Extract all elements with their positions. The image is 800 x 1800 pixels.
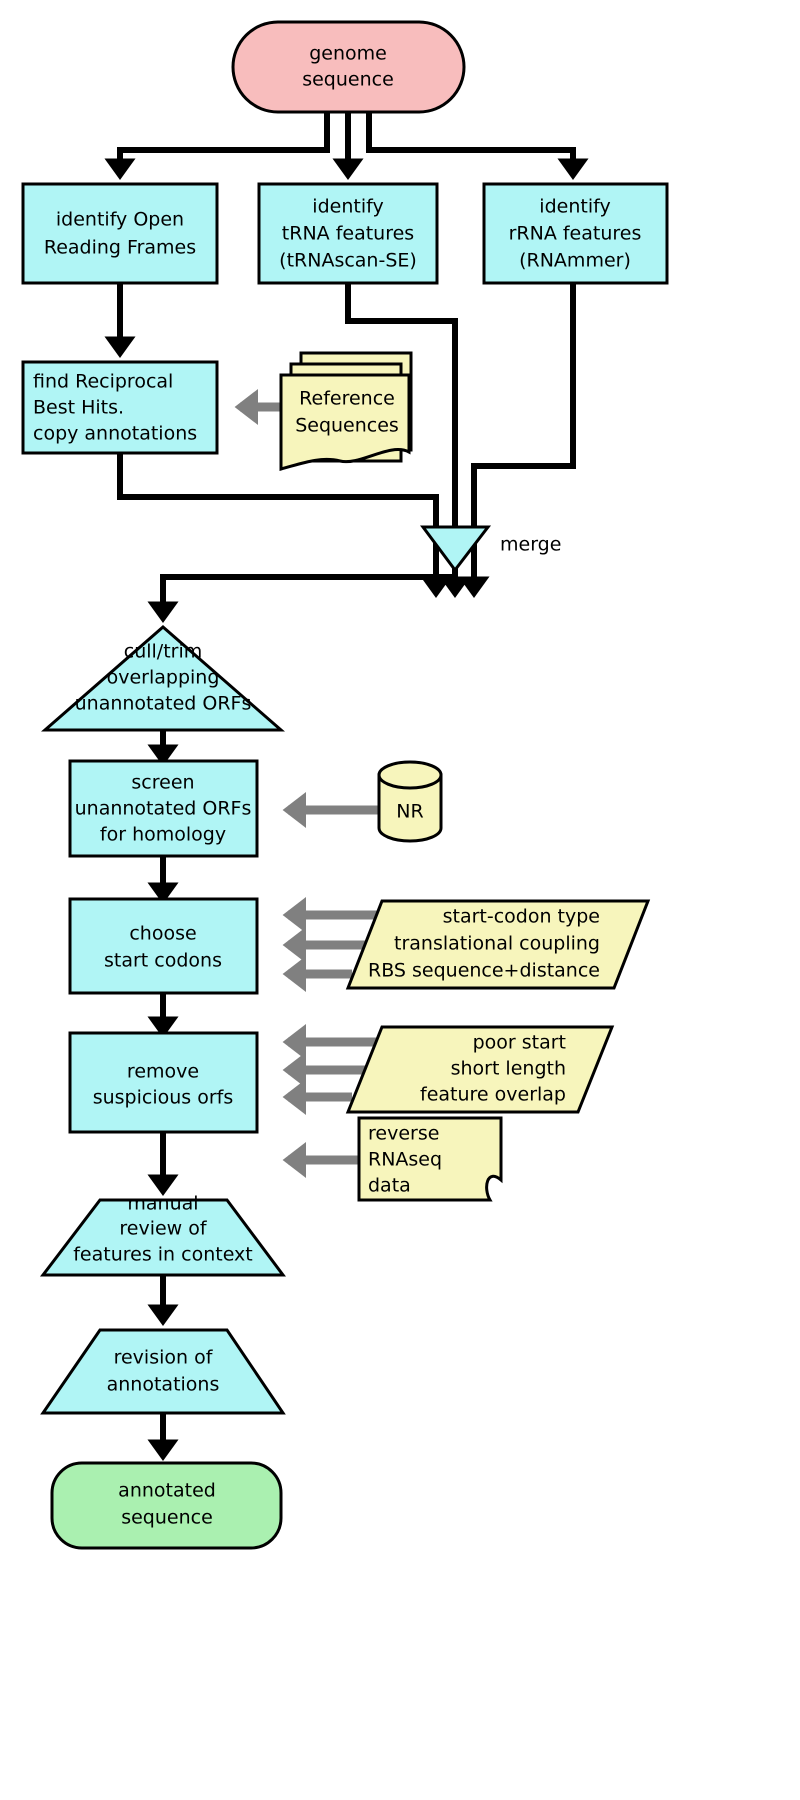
identify-orfs-line-1: identify Open bbox=[56, 209, 184, 231]
revision-line-2: annotations bbox=[107, 1374, 220, 1396]
remove-suspicious-line-2: suspicious orfs bbox=[93, 1087, 234, 1109]
identify-trna-line-2: tRNA features bbox=[282, 223, 414, 245]
connector-rbh-to-merge bbox=[117, 453, 452, 599]
rbh-line-3: copy annotations bbox=[33, 423, 197, 445]
manual-review-line-3: features in context bbox=[73, 1244, 253, 1266]
genome-sequence-line-1: genome bbox=[309, 43, 387, 65]
node-identify-rrna[interactable]: identify rRNA features (RNAmmer) bbox=[482, 182, 669, 285]
node-remove-suspicious[interactable]: remove suspicious orfs bbox=[68, 1031, 259, 1134]
nr-database-label: NR bbox=[396, 801, 423, 823]
cull-trim-line-1: cull/trim bbox=[124, 641, 203, 663]
genome-sequence-line-2: sequence bbox=[302, 69, 394, 91]
connector-genome-to-orf bbox=[104, 112, 330, 181]
identify-rrna-line-3: (RNAmmer) bbox=[519, 250, 631, 272]
node-genome-sequence[interactable]: genome sequence bbox=[231, 20, 466, 114]
manual-review-line-2: review of bbox=[119, 1218, 207, 1240]
node-reference-sequences[interactable]: Reference Sequences bbox=[279, 351, 413, 471]
rnaseq-data-line-2: RNAseq bbox=[368, 1149, 442, 1171]
identify-orfs-line-2: Reading Frames bbox=[44, 237, 196, 259]
suspicious-criteria-line-1: poor start bbox=[473, 1032, 566, 1054]
revision-line-1: revision of bbox=[114, 1347, 214, 1369]
node-manual-review[interactable]: manual review of features in context bbox=[39, 1193, 286, 1277]
node-reciprocal-best-hits[interactable]: find Reciprocal Best Hits. copy annotati… bbox=[21, 360, 219, 455]
identify-trna-line-1: identify bbox=[312, 196, 383, 218]
start-codon-criteria-line-2: translational coupling bbox=[394, 933, 600, 955]
manual-review-line-1: manual bbox=[127, 1193, 198, 1215]
flowchart-diagram: genome sequence identify Open Reading Fr… bbox=[21, 20, 669, 1550]
node-start-codon-criteria[interactable]: start-codon type translational coupling … bbox=[345, 899, 651, 990]
identify-trna-line-3: (tRNAscan-SE) bbox=[279, 250, 417, 272]
node-suspicious-criteria[interactable]: poor start short length feature overlap bbox=[345, 1025, 615, 1114]
node-rnaseq-data[interactable]: reverse RNAseq data bbox=[357, 1116, 503, 1202]
reference-sequences-line-2: Sequences bbox=[295, 415, 399, 437]
annotated-sequence-line-1: annotated bbox=[118, 1480, 216, 1502]
suspicious-criteria-line-2: short length bbox=[451, 1058, 566, 1080]
identify-rrna-line-2: rRNA features bbox=[509, 223, 642, 245]
cull-trim-line-3: unannotated ORFs bbox=[75, 693, 252, 715]
choose-start-codons-line-2: start codons bbox=[104, 950, 222, 972]
rbh-line-2: Best Hits. bbox=[33, 397, 124, 419]
rnaseq-data-line-3: data bbox=[368, 1175, 411, 1197]
screen-homology-line-2: unannotated ORFs bbox=[75, 798, 252, 820]
merge-label: merge bbox=[500, 534, 561, 556]
screen-homology-line-1: screen bbox=[131, 772, 194, 794]
connector-merge-to-cull bbox=[147, 567, 458, 624]
choose-start-codons-line-1: choose bbox=[129, 923, 196, 945]
annotated-sequence-line-2: sequence bbox=[121, 1507, 213, 1529]
node-nr-database[interactable]: NR bbox=[377, 760, 443, 843]
remove-suspicious-line-1: remove bbox=[127, 1061, 199, 1083]
suspicious-criteria-line-3: feature overlap bbox=[420, 1084, 566, 1106]
start-codon-criteria-line-1: start-codon type bbox=[443, 906, 600, 928]
node-identify-trna[interactable]: identify tRNA features (tRNAscan-SE) bbox=[257, 182, 439, 285]
node-cull-trim[interactable]: cull/trim overlapping unannotated ORFs bbox=[41, 625, 285, 732]
rbh-line-1: find Reciprocal bbox=[33, 371, 173, 393]
screen-homology-line-3: for homology bbox=[100, 824, 226, 846]
node-screen-homology[interactable]: screen unannotated ORFs for homology bbox=[68, 759, 259, 858]
node-choose-start-codons[interactable]: choose start codons bbox=[68, 897, 259, 995]
identify-rrna-line-1: identify bbox=[539, 196, 610, 218]
node-merge[interactable]: merge bbox=[420, 525, 561, 573]
node-annotated-sequence[interactable]: annotated sequence bbox=[50, 1461, 283, 1550]
start-codon-criteria-line-3: RBS sequence+distance bbox=[368, 960, 600, 982]
rnaseq-data-line-1: reverse bbox=[368, 1123, 439, 1145]
node-revision[interactable]: revision of annotations bbox=[40, 1328, 286, 1415]
reference-sequences-line-1: Reference bbox=[299, 388, 395, 410]
connector-genome-to-rrna bbox=[366, 112, 589, 181]
cull-trim-line-2: overlapping bbox=[107, 667, 220, 689]
node-identify-orfs[interactable]: identify Open Reading Frames bbox=[21, 182, 219, 285]
